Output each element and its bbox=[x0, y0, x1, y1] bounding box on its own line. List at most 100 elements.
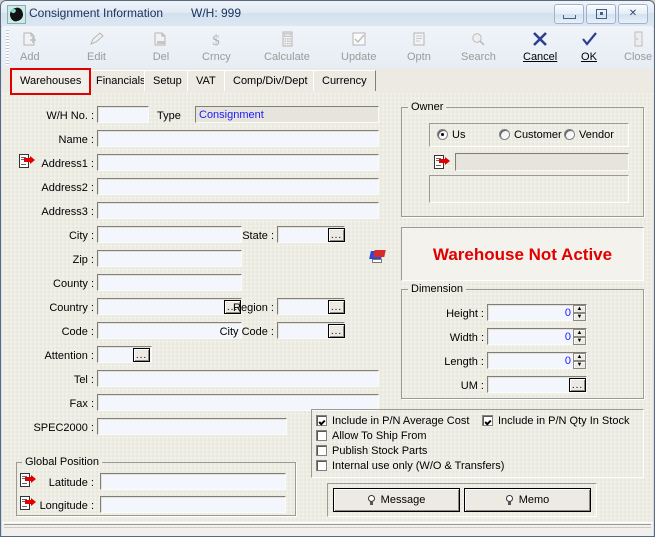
owner-radio-customer[interactable]: Customer bbox=[499, 129, 562, 142]
toolbar-button-update[interactable]: Update bbox=[341, 28, 376, 66]
maximize-icon bbox=[587, 5, 615, 23]
label-address3: Address3 : bbox=[41, 206, 94, 218]
flag-icon[interactable] bbox=[369, 250, 386, 264]
owner-radio-vendor[interactable]: Vendor bbox=[564, 129, 614, 142]
tab-vat[interactable]: VAT bbox=[187, 70, 225, 91]
label-state: State : bbox=[242, 230, 274, 242]
spec2000-input[interactable] bbox=[97, 418, 287, 435]
toolbar-button-add[interactable]: Add bbox=[20, 28, 40, 66]
zip-input[interactable] bbox=[97, 250, 242, 267]
state-lookup-button[interactable]: ... bbox=[328, 228, 345, 242]
maximize-button[interactable] bbox=[586, 4, 616, 24]
toolbar-button-search[interactable]: Search bbox=[461, 28, 496, 66]
label-tel: Tel : bbox=[73, 374, 94, 386]
tel-input[interactable] bbox=[97, 370, 379, 387]
checkbox-include-qty-stock[interactable]: Include in P/N Qty In Stock bbox=[482, 415, 629, 428]
checkbox-box-qty-stock bbox=[482, 415, 493, 426]
dimension-group-title: Dimension bbox=[408, 284, 466, 295]
toolbar-label-ok: OK bbox=[581, 51, 597, 63]
minimize-button[interactable] bbox=[554, 4, 584, 24]
label-length: Length : bbox=[444, 356, 484, 368]
tab-comp-div-dept[interactable]: Comp/Div/Dept bbox=[224, 70, 317, 91]
length-input[interactable]: 0 bbox=[487, 352, 587, 369]
address3-input[interactable] bbox=[97, 202, 379, 219]
message-button[interactable]: Message bbox=[333, 488, 460, 512]
checkbox-include-avg-cost[interactable]: Include in P/N Average Cost bbox=[316, 415, 469, 428]
owner-group-title: Owner bbox=[408, 102, 447, 113]
toolbar-label-cancel: Cancel bbox=[523, 51, 558, 63]
close-icon: ✕ bbox=[628, 8, 638, 19]
tab-currency[interactable]: Currency bbox=[313, 70, 376, 91]
toolbar-button-close[interactable]: Close bbox=[624, 28, 652, 66]
length-spinner[interactable]: ▲ ▼ bbox=[573, 353, 586, 369]
toolbar-grip[interactable] bbox=[6, 29, 9, 65]
radio-dot-vendor bbox=[564, 129, 575, 140]
minimize-icon bbox=[555, 5, 583, 23]
label-attention: Attention : bbox=[44, 350, 94, 362]
length-spinner-down[interactable]: ▼ bbox=[573, 361, 586, 369]
title-bar: Consignment Information W/H: 999 ✕ bbox=[1, 1, 654, 27]
attention-lookup-button[interactable]: ... bbox=[133, 348, 150, 362]
label-spec2000: SPEC2000 : bbox=[33, 422, 94, 434]
svg-text:$: $ bbox=[213, 33, 221, 48]
city-code-lookup-button[interactable]: ... bbox=[328, 324, 345, 338]
toolbar-button-ok[interactable]: OK bbox=[579, 28, 599, 66]
checkbox-label-avg-cost: Include in P/N Average Cost bbox=[332, 415, 470, 427]
width-input[interactable]: 0 bbox=[487, 328, 587, 345]
check-mark-icon bbox=[579, 28, 599, 50]
dollar-icon: $ bbox=[207, 28, 225, 50]
label-city-code: City Code : bbox=[219, 326, 274, 338]
address2-input[interactable] bbox=[97, 178, 379, 195]
longitude-input[interactable] bbox=[100, 496, 286, 513]
checkbox-internal-use-only[interactable]: Internal use only (W/O & Transfers) bbox=[316, 460, 504, 473]
width-spinner-up[interactable]: ▲ bbox=[573, 329, 586, 337]
owner-value-input[interactable] bbox=[455, 153, 629, 171]
memo-button[interactable]: Memo bbox=[464, 488, 591, 512]
export-arrow-icon-owner[interactable] bbox=[434, 155, 450, 169]
toolbar-button-calculate[interactable]: Calculate bbox=[264, 28, 310, 66]
toolbar-button-crncy[interactable]: $ Crncy bbox=[202, 28, 231, 66]
checkbox-box-allow-ship bbox=[316, 430, 327, 441]
label-code: Code : bbox=[61, 326, 94, 338]
checkbox-publish-stock-parts[interactable]: Publish Stock Parts bbox=[316, 445, 427, 458]
height-input[interactable]: 0 bbox=[487, 304, 587, 321]
county-input[interactable] bbox=[97, 274, 242, 291]
owner-label-customer: Customer bbox=[514, 129, 562, 141]
tab-setup[interactable]: Setup bbox=[144, 70, 191, 91]
height-spinner-up[interactable]: ▲ bbox=[573, 305, 586, 313]
region-lookup-button[interactable]: ... bbox=[328, 300, 345, 314]
calculator-icon bbox=[278, 28, 296, 50]
magnifier-icon bbox=[469, 28, 487, 50]
owner-detail-area bbox=[429, 175, 629, 203]
toolbar-button-edit[interactable]: Edit bbox=[87, 28, 106, 66]
latitude-input[interactable] bbox=[100, 473, 286, 490]
label-county: County : bbox=[53, 278, 94, 290]
tab-warehouses[interactable]: Warehouses bbox=[10, 68, 92, 95]
toolbar-label-search: Search bbox=[461, 51, 496, 63]
height-spinner[interactable]: ▲ ▼ bbox=[573, 305, 586, 321]
toolbar-label-del: Del bbox=[152, 51, 170, 63]
height-spinner-down[interactable]: ▼ bbox=[573, 313, 586, 321]
label-address2: Address2 : bbox=[41, 182, 94, 194]
name-input[interactable] bbox=[97, 130, 379, 147]
address1-input[interactable] bbox=[97, 154, 379, 171]
checkbox-label-internal: Internal use only (W/O & Transfers) bbox=[332, 460, 505, 472]
um-lookup-button[interactable]: ... bbox=[569, 378, 586, 392]
window-wh-label: W/H: 999 bbox=[191, 6, 242, 20]
wh-no-input[interactable] bbox=[97, 106, 149, 123]
width-spinner-down[interactable]: ▼ bbox=[573, 337, 586, 345]
checkbox-box-internal bbox=[316, 460, 327, 471]
owner-radio-us[interactable]: Us bbox=[437, 129, 465, 142]
checkbox-label-publish: Publish Stock Parts bbox=[332, 445, 428, 457]
close-button[interactable]: ✕ bbox=[618, 4, 648, 24]
toolbar-label-add: Add bbox=[20, 51, 40, 63]
checkbox-label-allow-ship: Allow To Ship From bbox=[332, 430, 427, 442]
label-fax: Fax : bbox=[69, 398, 94, 410]
checkbox-allow-ship-from[interactable]: Allow To Ship From bbox=[316, 430, 427, 443]
toolbar-label-update: Update bbox=[341, 51, 377, 63]
toolbar-button-optn[interactable]: Optn bbox=[407, 28, 431, 66]
toolbar-button-del[interactable]: Del bbox=[152, 28, 170, 66]
length-spinner-up[interactable]: ▲ bbox=[573, 353, 586, 361]
width-spinner[interactable]: ▲ ▼ bbox=[573, 329, 586, 345]
toolbar-button-cancel[interactable]: Cancel bbox=[523, 28, 557, 66]
